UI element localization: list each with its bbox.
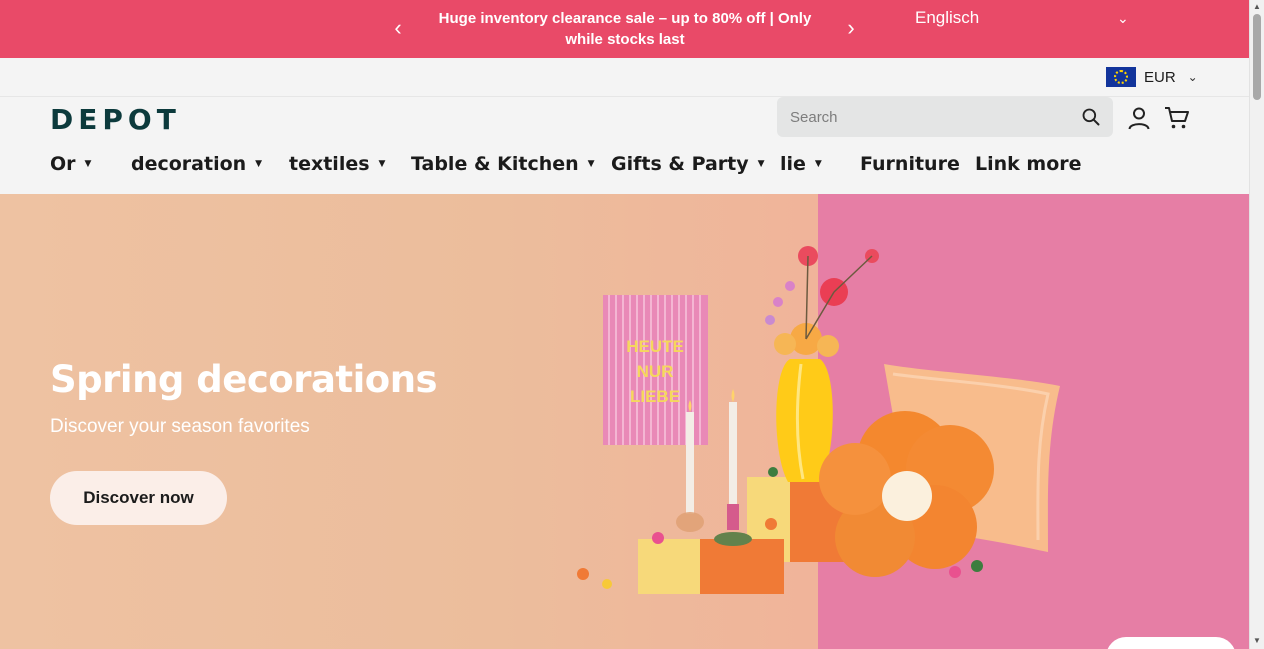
card-text-line: LIEBE — [630, 387, 680, 406]
floating-pill-button[interactable] — [1106, 637, 1236, 649]
nav-item-label: textiles — [289, 153, 370, 175]
search-bar — [777, 97, 1113, 137]
nav-item-gifts-party[interactable]: Gifts & Party ▼ — [611, 153, 765, 175]
nav-item-label: Or — [50, 153, 76, 175]
hero-subtitle: Discover your season favorites — [50, 416, 310, 437]
candles — [676, 389, 752, 546]
hero-banner: HEUTE NUR LIEBE Spring decorations Disco… — [0, 194, 1249, 649]
nav-item-table-kitchen[interactable]: Table & Kitchen ▼ — [411, 153, 595, 175]
hero-title: Spring decorations — [50, 358, 438, 401]
scroll-down-icon[interactable]: ▼ — [1253, 636, 1261, 645]
currency-code: EUR — [1144, 68, 1176, 86]
search-input[interactable] — [777, 107, 1067, 127]
page-scrollbar[interactable]: ▲ ▼ — [1249, 0, 1264, 649]
flower-cushion — [819, 411, 994, 577]
nav-item-decoration[interactable]: decoration ▼ — [131, 153, 262, 175]
nav-item-or[interactable]: Or ▼ — [50, 153, 91, 175]
chevron-down-icon[interactable]: ⌄ — [1117, 6, 1129, 30]
currency-selector[interactable]: EUR ⌄ — [1106, 66, 1198, 88]
main-navigation: Or ▼ decoration ▼ textiles ▼ Table & Kit… — [0, 153, 1249, 179]
nav-item-furniture[interactable]: Furniture — [860, 153, 960, 175]
caret-down-icon: ▼ — [255, 159, 263, 169]
caret-down-icon: ▼ — [814, 159, 822, 169]
caret-down-icon: ▼ — [587, 159, 595, 169]
announcement-next-button[interactable]: › — [841, 14, 861, 42]
nav-item-label: Table & Kitchen — [411, 153, 579, 175]
card-text-line: HEUTE — [626, 337, 684, 356]
cart-icon[interactable] — [1164, 106, 1190, 130]
search-icon[interactable] — [1081, 107, 1101, 127]
currency-strip: EUR ⌄ — [0, 58, 1249, 97]
depot-logo[interactable]: DEPOT — [50, 103, 181, 136]
nav-item-lie[interactable]: lie ▼ — [780, 153, 822, 175]
discover-now-button[interactable]: Discover now — [50, 471, 227, 525]
nav-item-label: Link more — [975, 153, 1082, 175]
caret-down-icon: ▼ — [757, 159, 765, 169]
nav-item-label: decoration — [131, 153, 247, 175]
eu-flag-icon — [1106, 67, 1136, 87]
site-header: DEPOT Or ▼ decoration ▼ textiles ▼ Table… — [0, 97, 1249, 194]
nav-item-link-more[interactable]: Link more — [975, 153, 1082, 175]
caret-down-icon: ▼ — [84, 159, 92, 169]
nav-item-textiles[interactable]: textiles ▼ — [289, 153, 385, 175]
card-text-line: NUR — [637, 362, 674, 381]
chevron-down-icon: ⌄ — [1187, 70, 1198, 84]
nav-item-label: lie — [780, 153, 806, 175]
announcement-prev-button[interactable]: ‹ — [388, 14, 408, 42]
nav-item-label: Furniture — [860, 153, 960, 175]
announcement-bar: ‹ Huge inventory clearance sale – up to … — [0, 0, 1249, 58]
announcement-message: Huge inventory clearance sale – up to 80… — [438, 10, 812, 48]
scrollbar-thumb[interactable] — [1253, 14, 1261, 100]
nav-item-label: Gifts & Party — [611, 153, 749, 175]
caret-down-icon: ▼ — [378, 159, 386, 169]
language-selector[interactable]: Englisch — [915, 6, 979, 30]
account-icon[interactable] — [1127, 106, 1151, 130]
scroll-up-icon[interactable]: ▲ — [1253, 2, 1261, 11]
